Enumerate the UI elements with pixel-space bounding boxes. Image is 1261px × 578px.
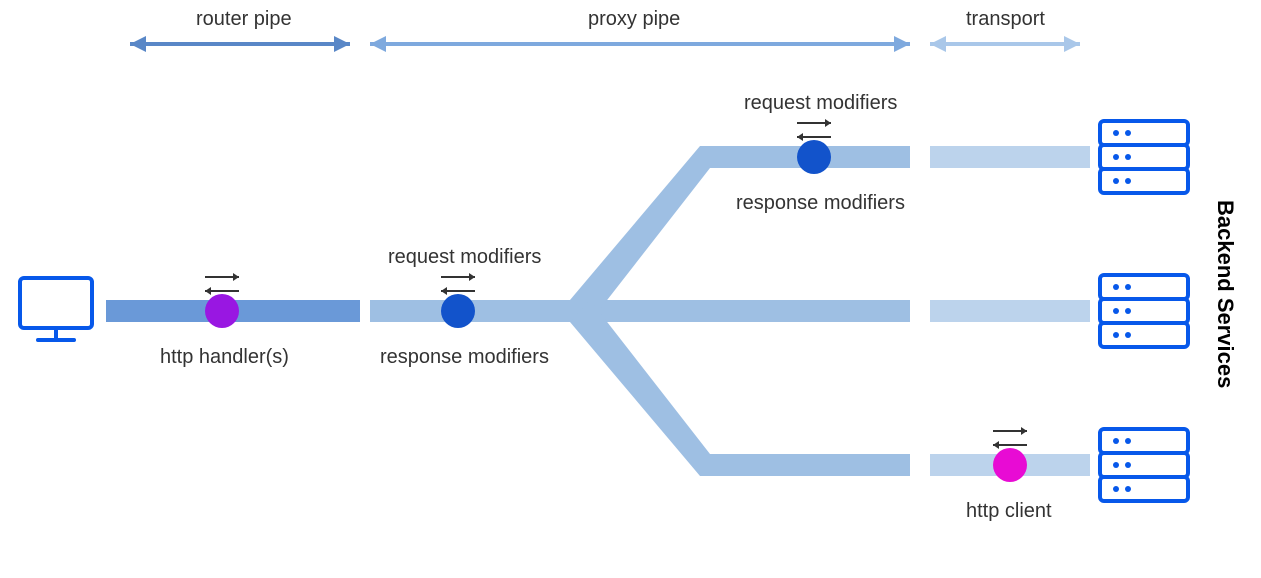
proxy-pipe-branch-bottom — [570, 300, 910, 476]
proxy-pipe-branch-top — [570, 146, 910, 322]
transport-bar-mid — [930, 300, 1090, 322]
http-client-direction-arrows — [993, 427, 1027, 449]
proxy-modifier-node — [441, 294, 475, 328]
router-pipe-range-arrow — [130, 36, 350, 52]
proxy-pipe-branch-mid — [570, 300, 910, 322]
diagram-stage: { "sections": { "router_pipe": "router p… — [0, 0, 1261, 578]
http-handler-node — [205, 294, 239, 328]
proxy-pipe-label: proxy pipe — [588, 8, 680, 31]
router-pipe-label: router pipe — [196, 8, 292, 31]
branch-modifier-node — [797, 140, 831, 174]
proxy-response-modifiers-label: response modifiers — [380, 346, 549, 369]
http-client-label: http client — [966, 500, 1052, 523]
server-icon-top — [1100, 121, 1188, 193]
proxy-modifier-direction-arrows — [441, 273, 475, 295]
server-icon-bottom — [1100, 429, 1188, 501]
branch-modifier-direction-arrows — [797, 119, 831, 141]
http-handlers-label: http handler(s) — [160, 346, 289, 369]
http-handler-direction-arrows — [205, 273, 239, 295]
proxy-pipe-range-arrow — [370, 36, 910, 52]
branch-response-modifiers-label: response modifiers — [736, 192, 905, 215]
transport-bar-top — [930, 146, 1090, 168]
diagram-canvas — [0, 0, 1261, 578]
transport-label: transport — [966, 8, 1045, 31]
server-icon-mid — [1100, 275, 1188, 347]
http-client-node — [993, 448, 1027, 482]
branch-request-modifiers-label: request modifiers — [744, 92, 897, 115]
backend-services-label: Backend Services — [1212, 200, 1238, 388]
client-monitor-icon — [20, 278, 92, 340]
proxy-request-modifiers-label: request modifiers — [388, 246, 541, 269]
transport-range-arrow — [930, 36, 1080, 52]
